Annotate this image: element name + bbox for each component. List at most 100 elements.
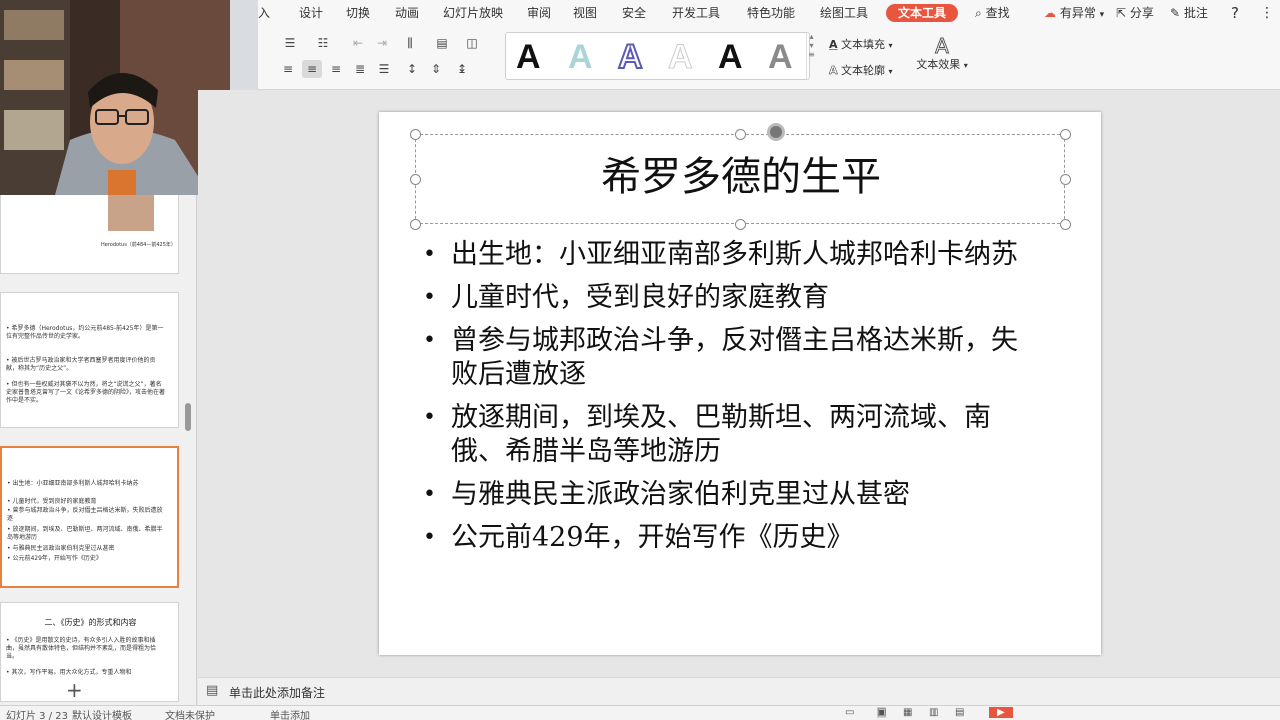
wordart-style-4[interactable]: A — [668, 37, 694, 77]
justify-button[interactable]: ≣ — [350, 60, 370, 78]
resize-handle[interactable] — [1060, 129, 1071, 140]
bullet-marker: • — [423, 525, 436, 550]
align-right-icon: ≡ — [330, 62, 342, 76]
distributed-align-icon: ☰ — [378, 62, 390, 76]
add-slide-button[interactable]: + — [66, 678, 83, 702]
status-click-add[interactable]: 单击添加 — [270, 707, 310, 720]
comment-icon: ✎ — [1170, 6, 1181, 20]
bullet-list[interactable]: • 出生地：小亚细亚南部多利斯人城邦哈利卡纳苏 • 儿童时代，受到良好的家庭教育 •… — [421, 238, 1041, 564]
text-fill-icon: A — [829, 38, 838, 51]
align-left-button[interactable]: ≡ — [278, 60, 298, 78]
increase-indent-icon: ⇥ — [376, 36, 388, 50]
thumb-text-line: • 与雅典民主派政治家伯利克里过从甚密 — [7, 545, 115, 552]
help-icon: ? — [1231, 4, 1239, 22]
chevron-down-icon: ▾ — [963, 61, 968, 70]
bullet-item: • 公元前429年，开始写作《历史》 — [423, 522, 854, 553]
bullet-list-button[interactable]: ☰ — [280, 34, 300, 52]
slide-thumbnail-3[interactable]: • 希罗多德（Herodotus，约公元前485-前425年）是第一位有完整作品… — [0, 292, 179, 428]
align-left-icon: ≡ — [282, 62, 294, 76]
align-center-button[interactable]: ≡ — [302, 60, 322, 78]
tab-slideshow[interactable]: 幻灯片放映 — [443, 4, 503, 22]
line-spacing-button[interactable]: ↕ — [402, 60, 422, 78]
more-icon: ⋮ — [1260, 5, 1274, 21]
decrease-indent-button[interactable]: ⇤ — [348, 34, 368, 52]
wordart-gallery-scroll[interactable]: ▴ ▾ ≡ — [806, 32, 816, 80]
slide-title: 希罗多德的生平 — [601, 154, 881, 200]
wordart-style-2[interactable]: A — [568, 37, 593, 77]
line-spacing-icon: ↕ — [406, 62, 418, 76]
resize-handle[interactable] — [410, 219, 421, 230]
tab-text-tools[interactable]: 文本工具 — [886, 4, 959, 22]
normal-view-icon[interactable]: ▭ — [845, 707, 854, 718]
bullet-list-icon: ☰ — [284, 36, 296, 50]
chevron-down-icon: ▾ — [888, 67, 893, 76]
thumbnail-scrollbar[interactable] — [185, 403, 191, 431]
rotate-handle[interactable] — [767, 123, 785, 141]
thumb-text-line: • 放逐期间，到埃及、巴勒斯坦、两河流域、南俄、希腊半岛等地游历 — [7, 526, 163, 541]
distributed-align-button[interactable]: ☰ — [374, 60, 394, 78]
thumb-text-line: • 但也有一些权威对其褒不以为然，将之“说谎之父”，著名史家普鲁塔克曾写了一文《… — [6, 381, 166, 404]
share-icon: ⇱ — [1116, 6, 1127, 20]
wordart-style-3[interactable]: A — [617, 37, 644, 77]
align-right-button[interactable]: ≡ — [326, 60, 346, 78]
resize-handle[interactable] — [735, 219, 746, 230]
play-slideshow-icon[interactable]: ▶ — [989, 707, 1013, 718]
search-button[interactable]: ⌕ 查找 — [975, 4, 1010, 22]
resize-handle[interactable] — [410, 129, 421, 140]
slide[interactable]: 希罗多德的生平 • 出生地：小亚细亚南部多利斯人城邦哈利卡纳苏 • 儿童时代，受到良… — [379, 112, 1101, 655]
notes-view-icon[interactable]: ▤ — [955, 707, 964, 718]
cloud-icon: ☁ — [1044, 6, 1056, 20]
spacing-options-button[interactable]: ↨ — [452, 60, 472, 78]
tab-drawing-tools[interactable]: 绘图工具 — [820, 4, 868, 22]
tab-animation[interactable]: 动画 — [395, 4, 419, 22]
text-direction-button[interactable]: ⫼ — [400, 34, 420, 52]
increase-indent-button[interactable]: ⇥ — [372, 34, 392, 52]
align-text-button[interactable]: ▤ — [432, 34, 452, 52]
thumb-text-line: • 出生地：小亚细亚南部多利斯人城邦哈利卡纳苏 — [7, 480, 139, 487]
text-effect-button[interactable]: A 文本效果 ▾ — [912, 36, 972, 72]
spacing-options-icon: ↨ — [456, 62, 468, 76]
tab-security[interactable]: 安全 — [622, 4, 646, 22]
tab-special-features[interactable]: 特色功能 — [747, 4, 795, 22]
tab-transition[interactable]: 切换 — [346, 4, 370, 22]
tab-design[interactable]: 设计 — [299, 4, 323, 22]
thumb-caption: Herodotus（前484—前425年） — [101, 242, 176, 248]
slide-view-icon[interactable]: ▣ — [877, 707, 887, 718]
bullet-item: • 曾参与城邦政治斗争，反对僭主吕格达米斯，失败后遭放逐 — [423, 325, 1018, 390]
resize-handle[interactable] — [735, 129, 746, 140]
bullet-marker: • — [423, 405, 436, 430]
chevron-down-icon: ▾ — [1099, 10, 1105, 20]
resize-handle[interactable] — [1060, 219, 1071, 230]
reading-view-icon[interactable]: ▥ — [929, 707, 938, 718]
more-button[interactable]: ⋮ — [1260, 4, 1274, 22]
share-button[interactable]: ⇱ 分享 — [1116, 4, 1154, 22]
notes-placeholder[interactable]: 单击此处添加备注 — [229, 684, 325, 701]
justify-icon: ≣ — [354, 62, 366, 76]
text-fill-button[interactable]: A 文本填充 ▾ — [829, 36, 893, 52]
protection-status[interactable]: 文档未保护 — [165, 707, 215, 720]
abnormal-status-button[interactable]: ☁ 有异常 ▾ — [1044, 4, 1104, 24]
wordart-style-1[interactable]: A — [516, 37, 541, 77]
columns-button[interactable]: ◫ — [462, 34, 482, 52]
help-button[interactable]: ? — [1231, 4, 1239, 22]
wordart-style-6[interactable]: A — [768, 37, 793, 77]
wordart-style-5[interactable]: A — [718, 37, 743, 77]
paragraph-spacing-button[interactable]: ⇕ — [426, 60, 446, 78]
notes-bar[interactable]: ▤ 单击此处添加备注 — [198, 677, 1280, 705]
text-outline-button[interactable]: A 文本轮廓 ▾ — [829, 62, 893, 78]
numbered-list-button[interactable]: ☷ — [313, 34, 333, 52]
thumb-text-line: • 其次，写作平易。用大众化方式，专重人物和 — [6, 669, 132, 676]
paragraph-spacing-icon: ⇕ — [430, 62, 442, 76]
slide-thumbnail-5[interactable]: 二、《历史》的形式和内容 • 《历史》是用散文的史诗，有众多引人入胜的故事和插曲… — [0, 602, 179, 702]
sorter-view-icon[interactable]: ▦ — [903, 707, 912, 718]
bullet-item: • 与雅典民主派政治家伯利克里过从甚密 — [423, 479, 910, 510]
tab-insert[interactable]: 入 — [258, 4, 270, 22]
slide-thumbnail-4-active[interactable]: • 出生地：小亚细亚南部多利斯人城邦哈利卡纳苏 • 儿童时代，受到良好的家庭教育… — [0, 446, 179, 588]
tab-review[interactable]: 审阅 — [527, 4, 551, 22]
comment-button[interactable]: ✎ 批注 — [1170, 4, 1208, 22]
tab-developer[interactable]: 开发工具 — [672, 4, 720, 22]
template-name[interactable]: 默认设计模板 — [72, 707, 132, 720]
title-textbox[interactable]: 希罗多德的生平 — [410, 123, 1071, 230]
text-effect-icon: A — [935, 34, 950, 58]
tab-view[interactable]: 视图 — [573, 4, 597, 22]
